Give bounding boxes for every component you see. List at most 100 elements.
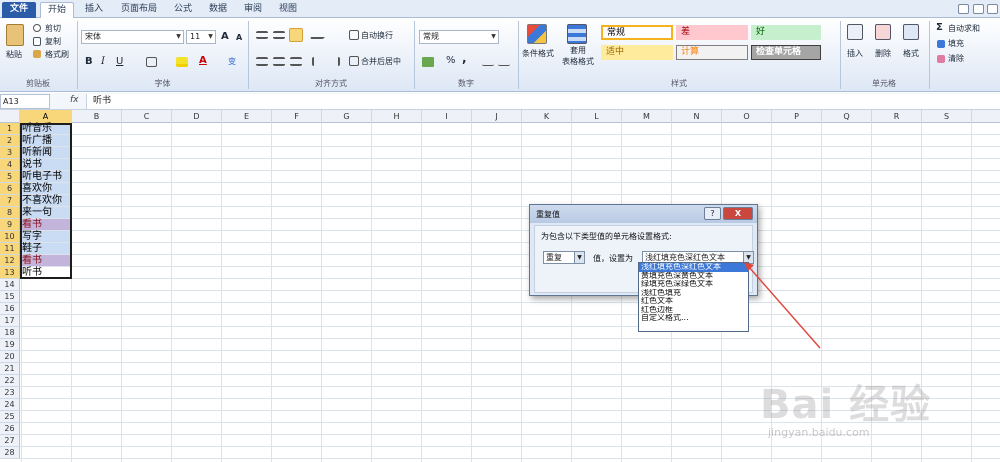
insert-cells-icon[interactable] <box>847 24 863 40</box>
row-header-2[interactable]: 2 <box>0 135 20 147</box>
row-header-9[interactable]: 9 <box>0 219 20 231</box>
paste-button[interactable]: 粘贴 <box>6 49 22 60</box>
column-header-s[interactable]: S <box>922 110 972 123</box>
column-header-j[interactable]: J <box>472 110 522 123</box>
format-option-1[interactable]: 黄填充色深黄色文本 <box>639 272 748 281</box>
clear-button[interactable]: 清除 <box>948 53 964 64</box>
comma-button[interactable]: , <box>462 52 467 64</box>
wrap-text-button[interactable]: 自动换行 <box>361 30 393 41</box>
cell-a3[interactable]: 听新闻 <box>20 147 71 159</box>
column-header-i[interactable]: I <box>422 110 472 123</box>
percent-button[interactable]: % <box>446 55 456 66</box>
insert-function-icon[interactable]: fx <box>70 95 79 105</box>
row-header-16[interactable]: 16 <box>0 303 20 315</box>
grow-font-button[interactable]: A <box>221 31 229 42</box>
column-header-m[interactable]: M <box>622 110 672 123</box>
row-header-13[interactable]: 13 <box>0 267 20 279</box>
row-header-17[interactable]: 17 <box>0 315 20 327</box>
format-cells-button[interactable]: 格式 <box>897 49 925 59</box>
tab-file[interactable]: 文件 <box>2 2 36 18</box>
row-header-15[interactable]: 15 <box>0 291 20 303</box>
column-header-o[interactable]: O <box>722 110 772 123</box>
cell-a4[interactable]: 说书 <box>20 159 71 171</box>
formula-input[interactable]: 听书 <box>86 94 1000 109</box>
tab-data[interactable]: 数据 <box>203 2 233 18</box>
merge-center-button[interactable]: 合并后居中 <box>361 56 401 67</box>
cell-a2[interactable]: 听广播 <box>20 135 71 147</box>
row-header-24[interactable]: 24 <box>0 399 20 411</box>
row-header-10[interactable]: 10 <box>0 231 20 243</box>
cell-a5[interactable]: 听电子书 <box>20 171 71 183</box>
tab-review[interactable]: 审阅 <box>238 2 268 18</box>
column-header-b[interactable]: B <box>72 110 122 123</box>
insert-cells-button[interactable]: 插入 <box>841 49 869 59</box>
row-header-12[interactable]: 12 <box>0 255 20 267</box>
font-color-button[interactable]: A <box>199 55 207 66</box>
format-painter-button[interactable]: 格式刷 <box>45 49 69 60</box>
row-header-19[interactable]: 19 <box>0 339 20 351</box>
paste-icon[interactable] <box>6 24 24 46</box>
cell-style-5[interactable]: 检查单元格 <box>751 45 821 60</box>
table-format-button[interactable]: 表格格式 <box>556 57 600 67</box>
align-right-icon[interactable] <box>290 57 302 66</box>
row-header-25[interactable]: 25 <box>0 411 20 423</box>
cell-a13[interactable]: 听书 <box>20 267 71 279</box>
column-header-h[interactable]: H <box>372 110 422 123</box>
decrease-indent-icon[interactable] <box>312 57 324 66</box>
format-option-0[interactable]: 浅红填充色深红色文本 <box>639 263 748 272</box>
underline-button[interactable]: U <box>116 56 123 67</box>
row-header-3[interactable]: 3 <box>0 147 20 159</box>
column-header-g[interactable]: G <box>322 110 372 123</box>
border-icon[interactable] <box>146 57 157 67</box>
column-header-r[interactable]: R <box>872 110 922 123</box>
column-header-l[interactable]: L <box>572 110 622 123</box>
help-icon[interactable] <box>958 4 969 14</box>
decrease-decimal-icon[interactable] <box>498 57 510 66</box>
cell-a10[interactable]: 写字 <box>20 231 71 243</box>
row-header-11[interactable]: 11 <box>0 243 20 255</box>
align-center-icon[interactable] <box>273 57 285 66</box>
column-header-e[interactable]: E <box>222 110 272 123</box>
align-middle-icon[interactable] <box>273 31 285 39</box>
row-header-20[interactable]: 20 <box>0 351 20 363</box>
currency-icon[interactable] <box>422 57 434 67</box>
tab-view[interactable]: 视图 <box>273 2 303 18</box>
row-header-28[interactable]: 28 <box>0 447 20 459</box>
dialog-close-button[interactable]: X <box>723 207 753 220</box>
format-cells-icon[interactable] <box>903 24 919 40</box>
font-size-select[interactable]: 11 ▼ <box>186 30 216 44</box>
cell-style-0[interactable]: 常规 <box>601 25 673 40</box>
cell-a11[interactable]: 鞋子 <box>20 243 71 255</box>
select-all-corner[interactable] <box>0 110 20 123</box>
italic-button[interactable]: I <box>101 56 105 67</box>
row-header-21[interactable]: 21 <box>0 363 20 375</box>
cell-a12[interactable]: 看书 <box>20 255 71 267</box>
row-header-23[interactable]: 23 <box>0 387 20 399</box>
column-header-n[interactable]: N <box>672 110 722 123</box>
fill-color-icon[interactable] <box>176 57 188 67</box>
cell-a6[interactable]: 喜欢你 <box>20 183 71 195</box>
cell-a9[interactable]: 看书 <box>20 219 71 231</box>
delete-cells-button[interactable]: 删除 <box>869 49 897 59</box>
copy-button[interactable]: 复制 <box>45 36 61 47</box>
tab-formulas[interactable]: 公式 <box>168 2 198 18</box>
tab-insert[interactable]: 插入 <box>78 2 110 18</box>
orientation-icon[interactable] <box>309 31 329 39</box>
row-header-1[interactable]: 1 <box>0 123 20 135</box>
conditional-format-button[interactable]: 条件格式 <box>519 49 557 59</box>
cut-button[interactable]: 剪切 <box>45 23 61 34</box>
column-header-c[interactable]: C <box>122 110 172 123</box>
tab-home[interactable]: 开始 <box>40 2 74 19</box>
font-name-select[interactable]: 宋体 ▼ <box>81 30 184 44</box>
row-header-14[interactable]: 14 <box>0 279 20 291</box>
increase-indent-icon[interactable] <box>328 57 340 66</box>
cell-style-3[interactable]: 适中 <box>601 45 673 60</box>
format-option-6[interactable]: 自定义格式... <box>639 314 748 323</box>
column-header-a[interactable]: A <box>20 110 72 123</box>
row-header-27[interactable]: 27 <box>0 435 20 447</box>
cell-a7[interactable]: 不喜欢你 <box>20 195 71 207</box>
format-option-2[interactable]: 绿填充色深绿色文本 <box>639 280 748 289</box>
format-option-4[interactable]: 红色文本 <box>639 297 748 306</box>
row-header-18[interactable]: 18 <box>0 327 20 339</box>
column-header-d[interactable]: D <box>172 110 222 123</box>
